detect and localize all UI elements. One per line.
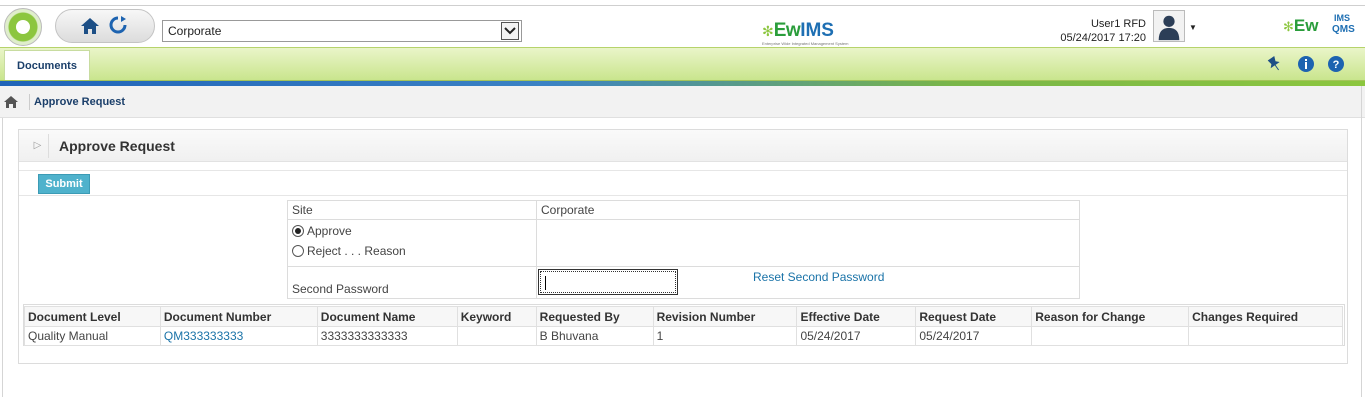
approve-label: Approve <box>307 224 352 238</box>
second-password-cell: Reset Second Password <box>536 266 1080 299</box>
site-select-value: Corporate <box>168 24 222 38</box>
user-name: User1 RFD <box>1090 18 1146 30</box>
page-border-right <box>1361 86 1362 397</box>
column-header[interactable]: Keyword <box>456 306 537 327</box>
svg-text:?: ? <box>1333 59 1340 71</box>
column-header[interactable]: Document Name <box>316 306 458 327</box>
column-header[interactable]: Effective Date <box>796 306 917 327</box>
page-border-left <box>2 118 3 397</box>
table-cell: B Bhuvana <box>535 326 654 346</box>
site-value: Corporate <box>536 200 1080 220</box>
tab-documents[interactable]: Documents <box>4 50 90 80</box>
home-icon[interactable] <box>80 16 100 36</box>
reason-cell <box>536 219 1080 267</box>
submit-button[interactable]: Submit <box>38 174 90 194</box>
approve-request-panel: ▷ Approve Request Submit Site Corporate … <box>18 129 1348 364</box>
second-password-field[interactable] <box>538 269 678 295</box>
ewims-logo-star-icon: ✻ <box>762 23 774 39</box>
user-avatar-icon <box>1158 15 1180 41</box>
panel-toolbar: Submit <box>19 170 1347 196</box>
column-header[interactable]: Requested By <box>535 306 654 327</box>
column-header[interactable]: Revision Number <box>652 306 798 327</box>
chevron-down-icon[interactable] <box>501 22 519 40</box>
table-row: Quality Manual QM333333333 3333333333333 B … <box>24 326 1343 346</box>
reject-radio[interactable] <box>292 245 304 257</box>
page-title: Approve Request <box>59 138 175 154</box>
info-icon[interactable] <box>1297 55 1315 73</box>
user-menu-caret-icon[interactable]: ▼ <box>1189 23 1197 32</box>
column-header[interactable]: Request Date <box>915 306 1033 327</box>
breadcrumb-current[interactable]: Approve Request <box>34 96 125 108</box>
table-cell: Quality Manual <box>24 326 161 346</box>
help-icon[interactable]: ? <box>1327 55 1345 73</box>
breadcrumb-home-icon[interactable] <box>4 96 18 108</box>
ewims-tagline: Enterprise Wide Integrated Management Sy… <box>762 41 849 46</box>
ewims-logo: ✻EwIMS Enterprise Wide Integrated Manage… <box>762 20 849 46</box>
table-cell <box>456 326 537 346</box>
avatar[interactable] <box>1153 10 1185 42</box>
site-label: Site <box>287 200 537 220</box>
table-cell: 05/24/2017 <box>915 326 1033 346</box>
panel-header: ▷ Approve Request <box>19 130 1347 162</box>
breadcrumb-separator <box>22 94 30 110</box>
reject-label: Reject . . . Reason <box>307 244 406 258</box>
table-cell <box>1031 326 1190 346</box>
home-pill <box>55 9 155 43</box>
ewqms-logo: ✻Ew IMS QMS <box>1283 13 1355 35</box>
top-header: Corporate ✻EwIMS Enterprise Wide Integra… <box>0 5 1365 47</box>
site-select[interactable]: Corporate <box>162 20 522 42</box>
approve-radio[interactable] <box>292 225 304 237</box>
user-datetime: 05/24/2017 17:20 <box>1060 32 1146 44</box>
approval-form: Site Corporate Approve Reject . . . Reas… <box>287 200 1080 299</box>
column-header[interactable]: Reason for Change <box>1031 306 1190 327</box>
app-logo-icon[interactable] <box>4 8 42 46</box>
table-cell: 3333333333333 <box>316 326 458 346</box>
document-number-link[interactable]: QM333333333 <box>159 326 318 346</box>
column-header[interactable]: Document Level <box>24 306 161 327</box>
table-cell: 1 <box>652 326 798 346</box>
reject-option[interactable]: Reject . . . Reason <box>292 244 532 258</box>
table-cell <box>1188 326 1343 346</box>
table-header-row: Document Level Document Number Document Na… <box>24 306 1343 327</box>
table-cell: 05/24/2017 <box>796 326 917 346</box>
documents-table: Document Level Document Number Document Na… <box>24 306 1343 346</box>
column-header[interactable]: Document Number <box>159 306 318 327</box>
reset-second-password-link[interactable]: Reset Second Password <box>753 270 884 284</box>
ewqms-logo-star-icon: ✻ <box>1283 19 1294 34</box>
collapse-arrow-icon[interactable]: ▷ <box>27 134 49 158</box>
second-password-label: Second Password <box>287 266 537 299</box>
main-navbar: Documents ? <box>0 47 1365 81</box>
pin-icon[interactable] <box>1266 55 1284 73</box>
approve-option[interactable]: Approve <box>292 224 532 238</box>
breadcrumb: Approve Request <box>0 86 1365 118</box>
column-header[interactable]: Changes Required <box>1188 306 1343 327</box>
refresh-icon[interactable] <box>109 16 127 34</box>
decision-options: Approve Reject . . . Reason <box>287 219 537 267</box>
